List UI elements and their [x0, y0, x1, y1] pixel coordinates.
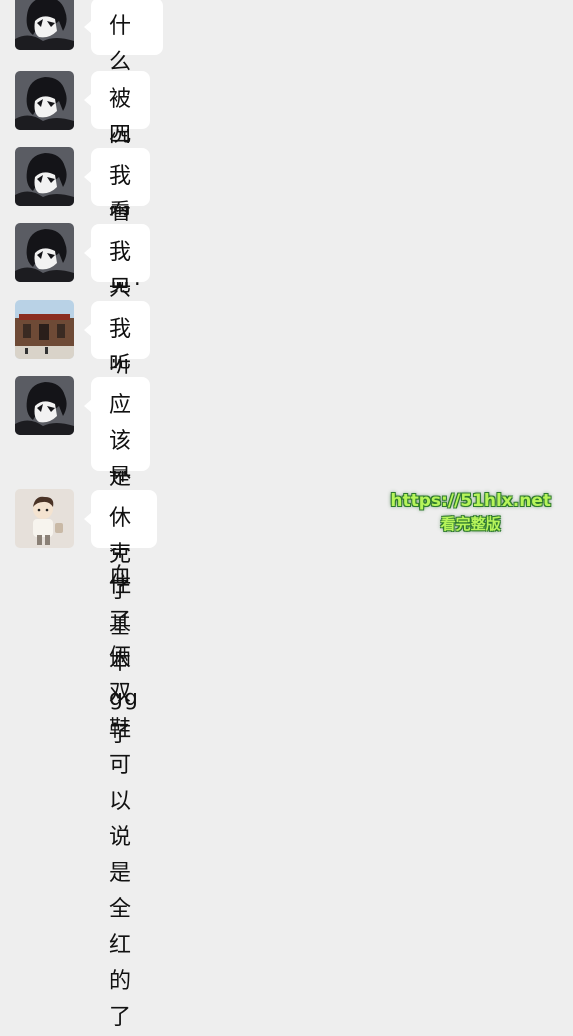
message-bubble[interactable]: 休克了 基本 gg 了 [84, 490, 157, 747]
message-bubble[interactable]: 被四把雨伞盖住 [83, 71, 151, 328]
message-bubble[interactable]: 我看不见 [83, 148, 151, 297]
message-bubble[interactable]: 我听到说休克了 [83, 301, 151, 558]
message-bubble[interactable]: 我只看见俩双鞋全是血 [83, 224, 151, 589]
watermark-subtitle: 看完整版 [440, 515, 501, 533]
dark-anime-boy-avatar[interactable] [15, 71, 74, 130]
dark-anime-boy-avatar[interactable] [15, 0, 74, 50]
dark-anime-boy-avatar[interactable] [15, 223, 74, 282]
watermark: https://51hlx.net 看完整版 [390, 491, 551, 534]
message-bubble[interactable]: 什么情况你看到了? [84, 0, 163, 291]
watermark-url: https://51hlx.net [390, 491, 551, 511]
cartoon-boy-avatar[interactable] [15, 489, 74, 548]
dark-anime-boy-avatar[interactable] [15, 376, 74, 435]
dark-anime-boy-avatar[interactable] [15, 147, 74, 206]
message-bubble[interactable]: 应该是保不住了俩双鞋可以说是全 红的了 [83, 377, 151, 1030]
building-photo-avatar[interactable] [15, 300, 74, 359]
chat-log: 什么情况你看到了? 被四把雨伞盖住 我看不见 [0, 0, 573, 1030]
